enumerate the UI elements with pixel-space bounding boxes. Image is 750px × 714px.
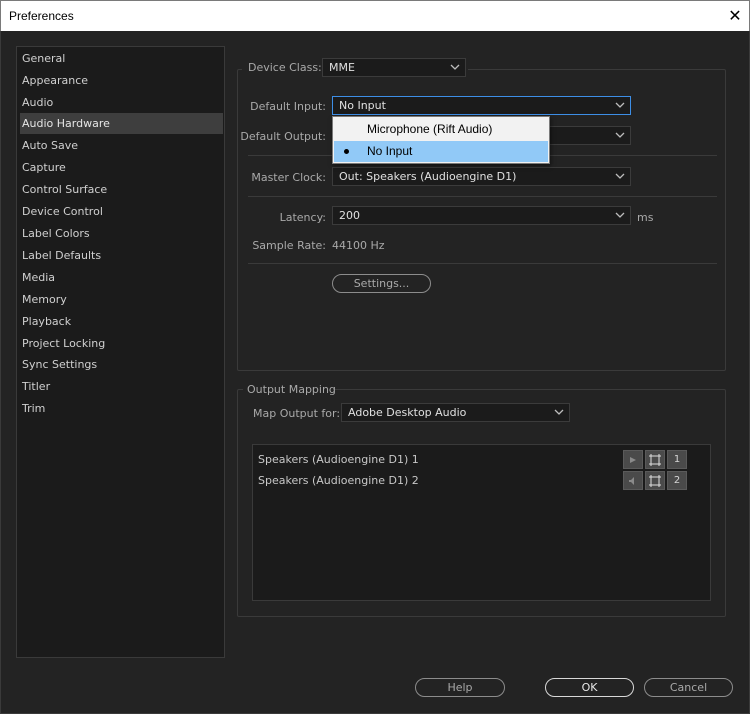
channel-number: 1 <box>667 450 687 469</box>
cancel-button[interactable]: Cancel <box>644 678 733 697</box>
play-icon[interactable] <box>623 450 643 469</box>
speaker-icon[interactable] <box>623 471 643 490</box>
default-output-label: Default Output: <box>240 130 326 143</box>
master-clock-value: Out: Speakers (Audioengine D1) <box>339 170 517 183</box>
output-channel-list: Speakers (Audioengine D1) 1 Speakers (Au… <box>252 444 711 601</box>
default-input-menu: Microphone (Rift Audio) No Input <box>332 116 550 164</box>
frame-icon[interactable] <box>645 450 665 469</box>
sidebar-item-label-colors[interactable]: Label Colors <box>20 223 223 244</box>
device-class-label: Device Class: <box>248 61 322 74</box>
channel-number: 2 <box>667 471 687 490</box>
map-output-for-dropdown[interactable]: Adobe Desktop Audio <box>341 403 570 422</box>
sidebar-item-media[interactable]: Media <box>20 267 223 288</box>
sidebar-item-appearance[interactable]: Appearance <box>20 70 223 91</box>
settings-button[interactable]: Settings... <box>332 274 431 293</box>
chevron-down-icon <box>615 168 625 185</box>
title-bar: Preferences ✕ <box>0 0 750 31</box>
map-output-for-value: Adobe Desktop Audio <box>348 406 467 419</box>
chevron-down-icon <box>615 97 625 114</box>
sidebar-item-audio[interactable]: Audio <box>20 92 223 113</box>
sidebar-item-project-locking[interactable]: Project Locking <box>20 333 223 354</box>
default-input-value: No Input <box>339 99 386 112</box>
sidebar-item-auto-save[interactable]: Auto Save <box>20 135 223 156</box>
sidebar-item-titler[interactable]: Titler <box>20 376 223 397</box>
chevron-down-icon <box>450 59 460 76</box>
window-title: Preferences <box>9 9 74 23</box>
sample-rate-value: 44100 Hz <box>332 239 385 252</box>
sidebar-item-playback[interactable]: Playback <box>20 311 223 332</box>
ok-button[interactable]: OK <box>545 678 634 697</box>
device-class-dropdown[interactable]: MME <box>322 58 466 77</box>
category-list: General Appearance Audio Audio Hardware … <box>16 46 225 658</box>
latency-value: 200 <box>339 209 360 222</box>
sample-rate-label: Sample Rate: <box>252 239 326 252</box>
menu-item-microphone[interactable]: Microphone (Rift Audio) <box>334 119 548 140</box>
sidebar-item-device-control[interactable]: Device Control <box>20 201 223 222</box>
sidebar-item-general[interactable]: General <box>20 48 223 69</box>
master-clock-dropdown[interactable]: Out: Speakers (Audioengine D1) <box>332 167 631 186</box>
chevron-down-icon <box>615 127 625 144</box>
chevron-down-icon <box>615 207 625 224</box>
master-clock-label: Master Clock: <box>251 171 326 184</box>
latency-label: Latency: <box>279 211 326 224</box>
help-button[interactable]: Help <box>415 678 505 697</box>
menu-item-label: No Input <box>367 144 413 158</box>
sidebar-item-capture[interactable]: Capture <box>20 157 223 178</box>
divider <box>248 196 717 197</box>
latency-unit: ms <box>637 211 654 224</box>
device-class-value: MME <box>329 61 355 74</box>
sidebar-item-memory[interactable]: Memory <box>20 289 223 310</box>
divider <box>248 263 717 264</box>
default-input-dropdown[interactable]: No Input <box>332 96 631 115</box>
map-output-for-label: Map Output for: <box>253 407 341 420</box>
latency-dropdown[interactable]: 200 <box>332 206 631 225</box>
sidebar-item-control-surface[interactable]: Control Surface <box>20 179 223 200</box>
selected-dot-icon <box>344 149 349 154</box>
sidebar-item-label-defaults[interactable]: Label Defaults <box>20 245 223 266</box>
sidebar-item-sync-settings[interactable]: Sync Settings <box>20 354 223 375</box>
output-mapping-title: Output Mapping <box>247 383 336 396</box>
channel-name: Speakers (Audioengine D1) 2 <box>258 474 419 487</box>
sidebar-item-trim[interactable]: Trim <box>20 398 223 419</box>
menu-item-label: Microphone (Rift Audio) <box>367 122 493 136</box>
default-input-label: Default Input: <box>250 100 326 113</box>
chevron-down-icon <box>554 404 564 421</box>
channel-name: Speakers (Audioengine D1) 1 <box>258 453 419 466</box>
close-icon[interactable]: ✕ <box>723 4 747 28</box>
sidebar-item-audio-hardware[interactable]: Audio Hardware <box>20 113 223 134</box>
frame-icon[interactable] <box>645 471 665 490</box>
menu-item-no-input[interactable]: No Input <box>334 141 548 162</box>
